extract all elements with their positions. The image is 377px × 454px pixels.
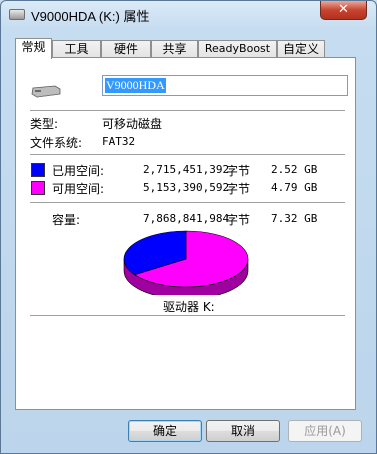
used-space-label: 已用空间: — [52, 164, 105, 178]
free-space-bytes: 5,153,390,592 — [143, 181, 230, 194]
divider — [30, 315, 345, 316]
type-label: 类型: — [30, 117, 59, 131]
capacity-bytes: 7,868,841,984 — [143, 212, 230, 225]
volume-name-text: V9000HDA — [105, 78, 166, 93]
capacity-gb: 7.32 GB — [271, 212, 318, 225]
title-bar[interactable]: V9000HDA (K:) 属性 ✕ — [1, 1, 376, 29]
tab-hardware[interactable]: 硬件 — [101, 40, 151, 58]
close-icon: ✕ — [338, 2, 349, 17]
free-space-gb: 4.79 GB — [271, 181, 318, 194]
tab-readyboost[interactable]: ReadyBoost — [198, 40, 277, 58]
drive-label: 驱动器 K: — [163, 300, 215, 314]
drive-icon — [9, 9, 25, 20]
tab-general[interactable]: 常规 — [15, 38, 52, 59]
tab-strip: 常规 工具 硬件 共享 ReadyBoost 自定义 — [15, 38, 355, 59]
type-value: 可移动磁盘 — [102, 117, 163, 131]
free-space-swatch — [31, 181, 45, 195]
divider — [30, 202, 345, 203]
tab-customize[interactable]: 自定义 — [277, 40, 325, 58]
used-space-swatch — [31, 163, 45, 177]
apply-button[interactable]: 应用(A) — [288, 420, 362, 442]
filesystem-value: FAT32 — [102, 135, 136, 148]
volume-name-input[interactable]: V9000HDA — [102, 75, 348, 96]
used-space-unit: 字节 — [226, 164, 251, 178]
used-space-bytes: 2,715,451,392 — [143, 163, 230, 176]
capacity-unit: 字节 — [226, 213, 251, 227]
used-space-gb: 2.52 GB — [271, 163, 318, 176]
window-title: V9000HDA (K:) 属性 — [31, 9, 150, 24]
cancel-button[interactable]: 取消 — [206, 420, 280, 442]
divider — [30, 154, 345, 155]
properties-window: V9000HDA (K:) 属性 ✕ 常规 工具 硬件 共享 ReadyBoos… — [0, 0, 377, 454]
capacity-label: 容量: — [52, 213, 81, 227]
free-space-label: 可用空间: — [52, 182, 105, 196]
filesystem-label: 文件系统: — [30, 136, 83, 150]
divider — [30, 110, 345, 111]
tab-tools[interactable]: 工具 — [52, 40, 101, 58]
free-space-unit: 字节 — [226, 182, 251, 196]
ok-button[interactable]: 确定 — [128, 420, 202, 442]
close-button[interactable]: ✕ — [320, 1, 367, 20]
disk-usage-pie — [123, 230, 249, 295]
tab-sharing[interactable]: 共享 — [151, 40, 198, 58]
removable-drive-icon — [31, 85, 61, 98]
